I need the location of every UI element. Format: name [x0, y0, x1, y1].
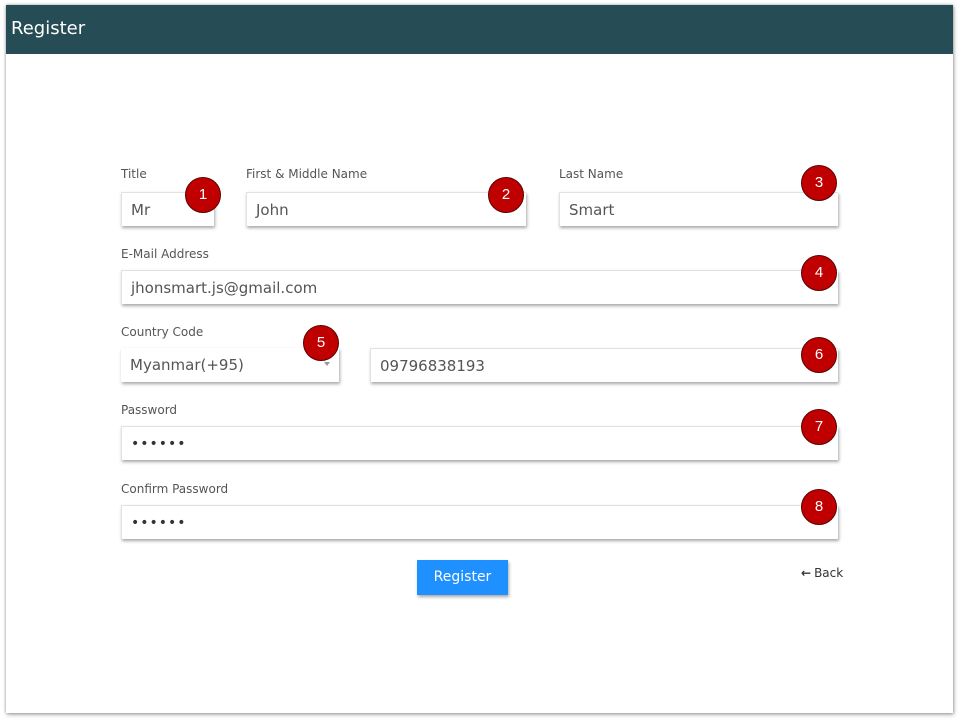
callout-badge-3: 3	[801, 165, 837, 201]
register-button[interactable]: Register	[417, 560, 508, 595]
email-label: E-Mail Address	[121, 247, 209, 261]
country-code-value: Myanmar(+95)	[130, 356, 244, 374]
title-label: Title	[121, 167, 147, 181]
first-name-field[interactable]: John	[246, 192, 526, 226]
caret-down-icon	[324, 362, 330, 366]
callout-badge-1: 1	[185, 177, 221, 213]
first-name-label: First & Middle Name	[246, 167, 368, 181]
confirm-password-label: Confirm Password	[121, 482, 229, 496]
confirm-password-field[interactable]: ••••••	[121, 505, 838, 539]
back-link[interactable]: ← Back	[801, 566, 843, 580]
title-bar: Register	[6, 5, 953, 54]
callout-badge-4: 4	[801, 255, 837, 291]
phone-field[interactable]: 09796838193	[370, 348, 838, 382]
last-name-field[interactable]: Smart	[559, 192, 838, 226]
last-name-label: Last Name	[559, 167, 624, 181]
arrow-left-icon: ←	[801, 566, 812, 580]
password-label: Password	[121, 403, 178, 417]
callout-badge-5: 5	[303, 325, 339, 361]
callout-badge-7: 7	[801, 409, 837, 445]
register-window: Register Title Mr First & Middle Name Jo…	[6, 5, 953, 713]
callout-badge-8: 8	[801, 489, 837, 525]
back-label: Back	[814, 566, 844, 580]
callout-badge-2: 2	[488, 177, 524, 213]
window-title: Register	[11, 18, 86, 39]
callout-badge-6: 6	[801, 337, 837, 373]
country-code-label: Country Code	[121, 325, 204, 339]
email-field[interactable]: jhonsmart.js@gmail.com	[121, 270, 838, 304]
password-field[interactable]: ••••••	[121, 426, 838, 460]
